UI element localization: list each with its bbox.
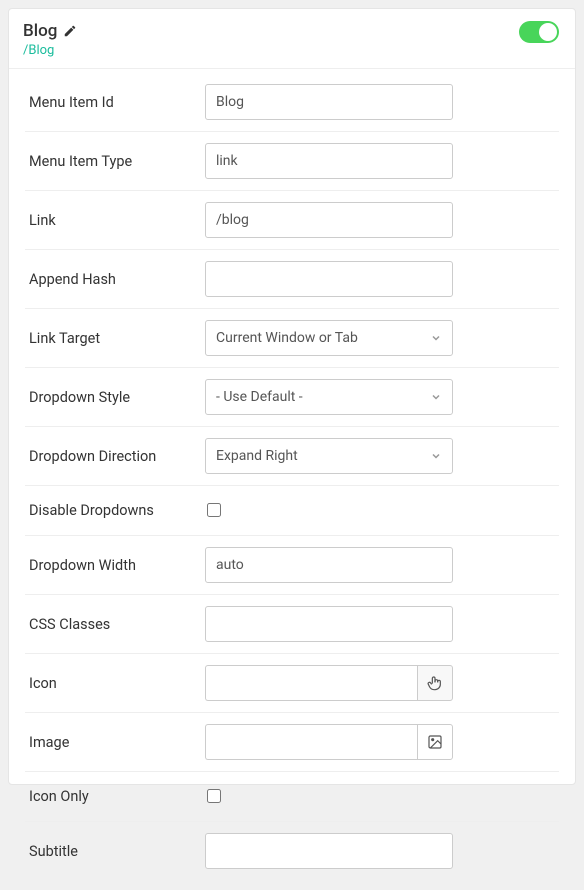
chevron-down-icon: [430, 332, 442, 344]
row-subtitle: Subtitle: [25, 822, 559, 880]
label-dropdown-style: Dropdown Style: [25, 389, 205, 406]
select-dropdown-direction[interactable]: Expand Right: [205, 438, 453, 474]
select-dropdown-direction-value: Expand Right: [216, 448, 298, 464]
input-menu-item-id[interactable]: [205, 84, 453, 120]
label-append-hash: Append Hash: [25, 271, 205, 288]
label-menu-item-id: Menu Item Id: [25, 94, 205, 111]
form-body: Menu Item Id Menu Item Type Link Append …: [9, 69, 575, 890]
select-dropdown-style[interactable]: - Use Default -: [205, 379, 453, 415]
input-dropdown-width[interactable]: [205, 547, 453, 583]
label-subtitle: Subtitle: [25, 843, 205, 860]
row-css-classes: CSS Classes: [25, 595, 559, 654]
title-row: Blog: [23, 21, 77, 41]
row-link-target: Link Target Current Window or Tab: [25, 309, 559, 368]
settings-panel: Blog /Blog Menu Item Id Menu Item Type L…: [8, 8, 576, 785]
label-css-classes: CSS Classes: [25, 616, 205, 633]
pointer-icon: [427, 675, 443, 691]
row-dropdown-width: Dropdown Width: [25, 536, 559, 595]
label-link-target: Link Target: [25, 330, 205, 347]
row-dropdown-direction: Dropdown Direction Expand Right: [25, 427, 559, 486]
row-icon: Icon: [25, 654, 559, 713]
input-menu-item-type[interactable]: [205, 143, 453, 179]
row-disable-dropdowns: Disable Dropdowns: [25, 486, 559, 536]
chevron-down-icon: [430, 391, 442, 403]
row-menu-item-id: Menu Item Id: [25, 73, 559, 132]
input-icon[interactable]: [205, 665, 417, 701]
input-subtitle[interactable]: [205, 833, 453, 869]
image-icon: [427, 734, 443, 750]
label-icon: Icon: [25, 675, 205, 692]
row-icon-only: Icon Only: [25, 772, 559, 822]
row-menu-item-type: Menu Item Type: [25, 132, 559, 191]
label-disable-dropdowns: Disable Dropdowns: [25, 502, 205, 519]
label-icon-only: Icon Only: [25, 788, 205, 805]
icon-picker-button[interactable]: [417, 665, 453, 701]
input-image[interactable]: [205, 724, 417, 760]
row-dropdown-style: Dropdown Style - Use Default -: [25, 368, 559, 427]
panel-header: Blog /Blog: [9, 9, 575, 69]
input-css-classes[interactable]: [205, 606, 453, 642]
edit-title-icon[interactable]: [63, 24, 77, 38]
image-picker-button[interactable]: [417, 724, 453, 760]
row-append-hash: Append Hash: [25, 250, 559, 309]
select-link-target-value: Current Window or Tab: [216, 330, 358, 346]
row-link: Link: [25, 191, 559, 250]
label-menu-item-type: Menu Item Type: [25, 153, 205, 170]
label-dropdown-width: Dropdown Width: [25, 557, 205, 574]
select-link-target[interactable]: Current Window or Tab: [205, 320, 453, 356]
select-dropdown-style-value: - Use Default -: [216, 389, 303, 405]
checkbox-disable-dropdowns[interactable]: [207, 503, 221, 517]
label-link: Link: [25, 212, 205, 229]
label-dropdown-direction: Dropdown Direction: [25, 448, 205, 465]
input-append-hash[interactable]: [205, 261, 453, 297]
breadcrumb-path: /Blog: [23, 43, 77, 58]
input-link[interactable]: [205, 202, 453, 238]
row-image: Image: [25, 713, 559, 772]
chevron-down-icon: [430, 450, 442, 462]
page-title: Blog: [23, 21, 57, 41]
label-image: Image: [25, 734, 205, 751]
enabled-toggle[interactable]: [519, 21, 559, 43]
checkbox-icon-only[interactable]: [207, 789, 221, 803]
